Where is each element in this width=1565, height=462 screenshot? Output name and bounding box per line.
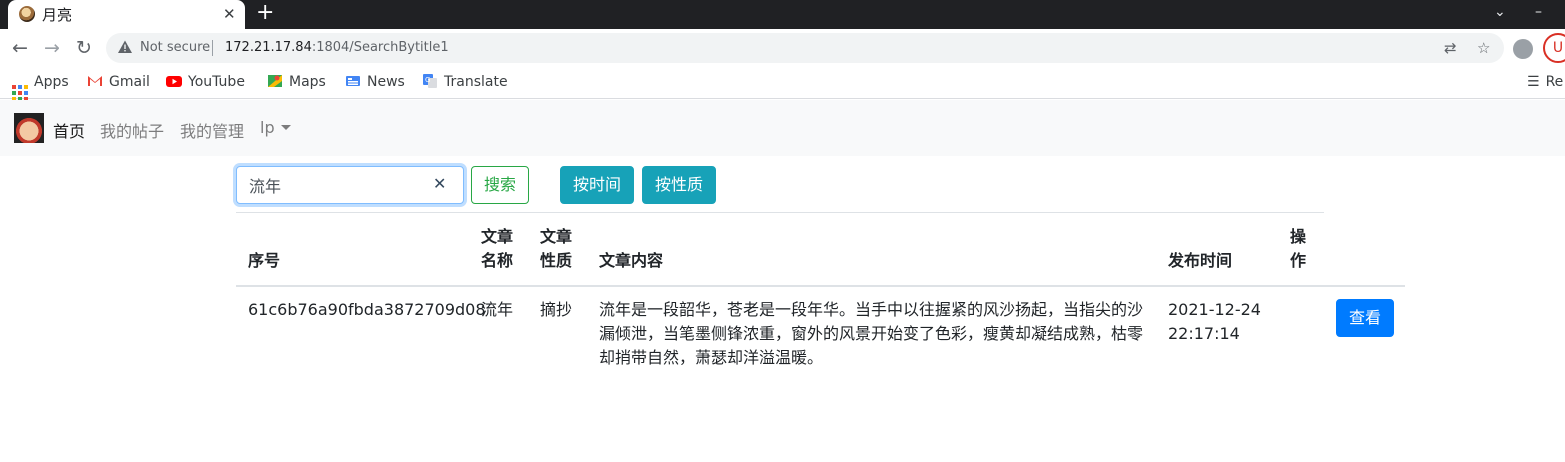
browser-tab[interactable]: 月亮 ✕ [8, 0, 245, 29]
caret-down-icon [280, 125, 291, 130]
close-tab-icon[interactable]: ✕ [223, 4, 236, 24]
bookmark-maps[interactable]: Maps [267, 73, 326, 91]
header-content: 文章内容 [599, 251, 664, 270]
reading-list-label: Re [1545, 74, 1564, 90]
url-host: 172.21.17.84 [225, 40, 312, 55]
nav-my-posts[interactable]: 我的帖子 [100, 118, 164, 142]
table-top-border [236, 212, 1324, 213]
search-input[interactable] [249, 175, 429, 195]
apps-grid-icon [12, 85, 28, 101]
table-header-border [236, 285, 1405, 287]
cell-id: 61c6b76a90fbda3872709d08 [248, 300, 486, 319]
bookmark-label: Apps [34, 74, 69, 90]
gmail-icon [88, 76, 102, 86]
browser-tab-strip: 月亮 ✕ + ⌄ – [0, 0, 1565, 29]
bookmark-translate[interactable]: G Translate [422, 73, 508, 91]
view-button[interactable]: 查看 [1336, 299, 1394, 337]
profile-badge[interactable]: U [1543, 33, 1565, 63]
warning-icon [118, 40, 132, 53]
sort-by-type-button[interactable]: 按性质 [642, 166, 716, 204]
chevron-down-icon[interactable]: ⌄ [1494, 4, 1506, 20]
header-type-line2: 性质 [540, 251, 573, 270]
header-name-line1: 文章 [481, 227, 514, 246]
bookmark-label: Maps [289, 74, 326, 90]
cell-content-line3: 却捎带自然，萧瑟却洋溢温暖。 [599, 348, 824, 367]
search-field[interactable]: ✕ [236, 166, 464, 204]
header-type-line1: 文章 [540, 227, 573, 246]
cell-date: 2021-12-24 [1168, 300, 1261, 319]
search-button[interactable]: 搜索 [471, 166, 529, 204]
news-icon [346, 76, 360, 86]
bookmark-news[interactable]: News [345, 73, 405, 91]
reading-list-icon: ☰ [1527, 74, 1540, 90]
moon-favicon-icon [19, 6, 35, 22]
cell-time: 22:17:14 [1168, 324, 1240, 343]
header-name-line2: 名称 [481, 251, 514, 270]
translate-page-icon[interactable]: ⇄ [1444, 39, 1457, 57]
profile-avatar-icon[interactable] [1513, 39, 1533, 59]
nav-my-management[interactable]: 我的管理 [180, 118, 244, 142]
cell-content-line2: 漏倾泄，当笔墨侧锋浓重，窗外的风景开始变了色彩，瘦黄却凝结成熟，枯零 [599, 324, 1144, 343]
svg-text:G: G [425, 76, 430, 84]
cell-content-line1: 流年是一段韶华，苍老是一段年华。当手中以往握紧的风沙扬起，当指尖的沙 [599, 300, 1144, 319]
reading-list[interactable]: ☰ Re [1527, 73, 1563, 91]
address-divider [212, 40, 213, 56]
bookmark-label: YouTube [188, 74, 245, 90]
bookmark-gmail[interactable]: Gmail [87, 73, 150, 91]
tab-title: 月亮 [42, 6, 73, 24]
reload-icon[interactable]: ↻ [71, 35, 97, 61]
site-navbar: 首页 我的帖子 我的管理 lp [0, 100, 1565, 156]
back-arrow-icon[interactable]: ← [7, 35, 33, 61]
url-text[interactable]: 172.21.17.84:1804/SearchBytitle1 [225, 40, 449, 55]
header-action-line1: 操 [1290, 227, 1307, 246]
url-path: :1804/SearchBytitle1 [311, 40, 449, 55]
brand-avatar[interactable] [14, 113, 44, 143]
sort-by-time-button[interactable]: 按时间 [560, 166, 634, 204]
bookmark-star-icon[interactable]: ☆ [1477, 39, 1490, 57]
forward-arrow-icon[interactable]: → [39, 35, 65, 61]
translate-icon: G [423, 74, 437, 88]
nav-user-label: lp [260, 118, 275, 137]
bookmark-apps[interactable]: Apps [12, 73, 69, 101]
header-id: 序号 [248, 251, 281, 270]
cell-type: 摘抄 [540, 300, 573, 319]
header-time: 发布时间 [1168, 251, 1233, 270]
minimize-icon[interactable]: – [1535, 4, 1542, 20]
maps-icon [268, 75, 282, 87]
clear-search-icon[interactable]: ✕ [433, 174, 446, 193]
address-bar[interactable]: Not secure 172.21.17.84:1804/SearchBytit… [106, 33, 1504, 63]
nav-home[interactable]: 首页 [53, 118, 85, 142]
bookmark-label: Translate [444, 74, 508, 90]
security-label[interactable]: Not secure [140, 40, 210, 55]
plus-icon[interactable]: + [256, 1, 274, 25]
bookmarks-bar: Apps Gmail YouTube Maps News G Translate … [0, 67, 1565, 101]
bookmark-youtube[interactable]: YouTube [166, 73, 245, 91]
cell-name: 流年 [481, 300, 514, 319]
browser-toolbar: ← → ↻ Not secure 172.21.17.84:1804/Searc… [0, 29, 1565, 67]
youtube-icon [166, 76, 182, 87]
bookmark-label: Gmail [109, 74, 150, 90]
nav-user-dropdown[interactable]: lp [260, 118, 291, 137]
bookmark-label: News [367, 74, 405, 90]
header-action-line2: 作 [1290, 251, 1307, 270]
